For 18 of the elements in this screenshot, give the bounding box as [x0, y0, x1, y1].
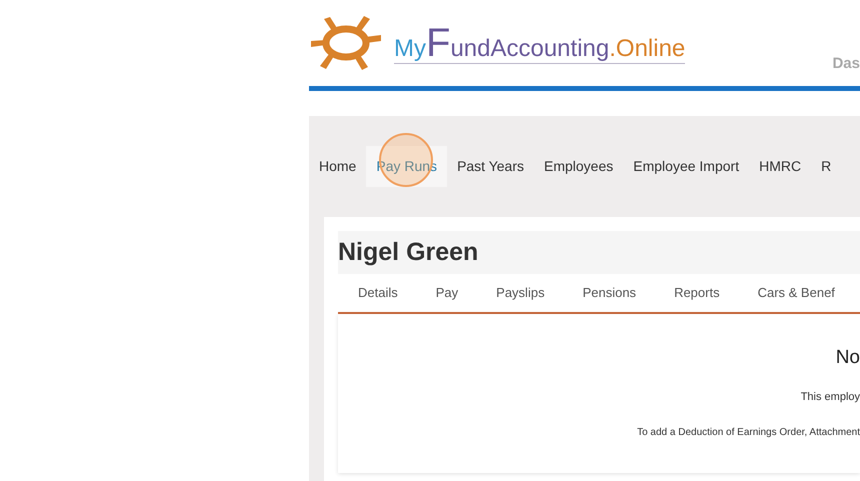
- tab[interactable]: Details: [358, 283, 398, 303]
- logo-icon: [310, 15, 382, 71]
- logo-text: MyFundAccounting.Online: [394, 22, 686, 64]
- tab[interactable]: Pay: [436, 283, 458, 303]
- nav-item[interactable]: Employees: [534, 146, 624, 187]
- employee-name: Nigel Green: [338, 236, 478, 268]
- panel-message: This employ: [800, 390, 860, 404]
- tab[interactable]: Cars & Benef: [758, 283, 835, 303]
- nav-item[interactable]: Past Years: [447, 146, 534, 187]
- nav-item[interactable]: Employee Import: [623, 146, 750, 187]
- tab[interactable]: Pensions: [582, 283, 636, 303]
- panel-hint: To add a Deduction of Earnings Order, Attachment: [637, 426, 860, 440]
- nav-item[interactable]: Home: [309, 146, 366, 187]
- nav-item[interactable]: R: [811, 146, 842, 187]
- tab[interactable]: Reports: [674, 283, 720, 303]
- tab[interactable]: Payslips: [496, 283, 545, 303]
- panel-heading: No: [836, 346, 860, 370]
- nav-item[interactable]: HMRC: [749, 146, 812, 187]
